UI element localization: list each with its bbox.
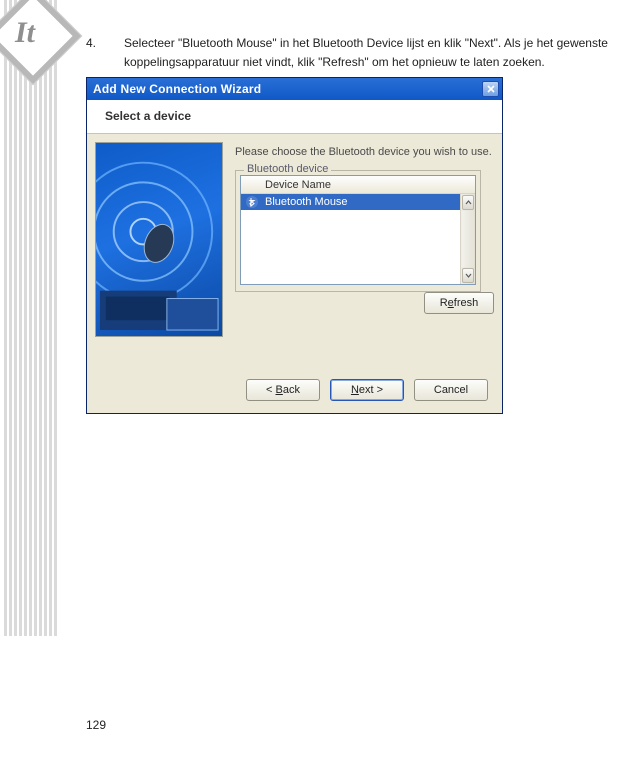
- device-groupbox: Bluetooth device Device Name Bluetoot: [235, 170, 481, 292]
- list-header[interactable]: Device Name: [241, 176, 475, 194]
- dialog-subheader: Select a device: [87, 100, 502, 134]
- scroll-down-button[interactable]: [462, 268, 474, 283]
- dialog-instruction: Please choose the Bluetooth device you w…: [235, 146, 494, 158]
- back-button[interactable]: < Back: [246, 379, 320, 401]
- close-button[interactable]: [482, 81, 499, 97]
- left-decor: It: [0, 0, 80, 636]
- list-item-label: Bluetooth Mouse: [265, 196, 348, 208]
- step-4: 4. Selecteer "Bluetooth Mouse" in het Bl…: [86, 34, 616, 71]
- refresh-button[interactable]: Refresh: [424, 292, 494, 314]
- list-scrollbar[interactable]: [460, 194, 475, 284]
- cancel-label: Cancel: [434, 384, 468, 396]
- dialog-title: Add New Connection Wizard: [93, 82, 261, 96]
- wizard-illustration: [95, 142, 223, 337]
- step-number: 4.: [86, 34, 100, 71]
- wizard-dialog: Add New Connection Wizard Select a devic…: [86, 77, 503, 414]
- chevron-up-icon: [465, 197, 472, 209]
- bluetooth-device-icon: [245, 195, 259, 209]
- step-text: Selecteer "Bluetooth Mouse" in het Bluet…: [124, 34, 616, 71]
- scroll-track[interactable]: [462, 211, 474, 267]
- diamond-badge: It: [0, 0, 85, 120]
- refresh-label: Refresh: [440, 297, 479, 309]
- diamond-label: It: [0, 18, 55, 48]
- close-icon: [487, 82, 495, 96]
- next-label: Next >: [351, 384, 383, 396]
- titlebar: Add New Connection Wizard: [87, 78, 502, 100]
- device-listbox[interactable]: Device Name Bluetooth Mouse: [240, 175, 476, 285]
- chevron-down-icon: [465, 270, 472, 282]
- group-legend: Bluetooth device: [244, 163, 331, 175]
- scroll-up-button[interactable]: [462, 195, 474, 210]
- page-number: 129: [86, 718, 106, 732]
- next-button[interactable]: Next >: [330, 379, 404, 401]
- back-label: < Back: [266, 384, 300, 396]
- cancel-button[interactable]: Cancel: [414, 379, 488, 401]
- list-item-selected[interactable]: Bluetooth Mouse: [241, 194, 460, 210]
